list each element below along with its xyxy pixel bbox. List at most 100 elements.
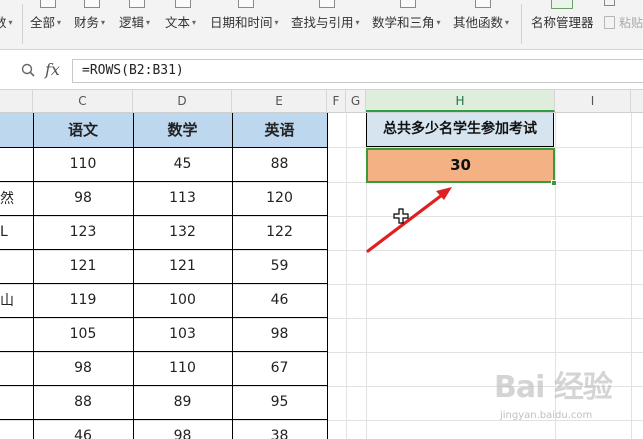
watermark-url: jingyan.baidu.com — [500, 410, 593, 421]
column-header-bar: C D E F G H I — [0, 90, 643, 113]
ribbon-item-other-functions[interactable]: 其他函数 ▾ — [453, 0, 513, 48]
table-cell[interactable]: 67 — [231, 350, 328, 386]
ribbon-item-text[interactable]: 文本 ▾ — [165, 0, 201, 48]
score-table: 语文 数学 英语 110 45 88 然 98 113 120 L 123 13… — [0, 113, 328, 439]
ribbon-item-financial[interactable]: 财务 ▾ — [74, 0, 110, 48]
column-header-i[interactable]: I — [555, 90, 631, 112]
name-manager-icon[interactable] — [551, 0, 573, 9]
table-cell[interactable]: 110 — [132, 350, 233, 386]
table-cell[interactable]: 98 — [231, 316, 328, 352]
ribbon-item-label: 逻辑 — [119, 15, 145, 30]
table-cell[interactable]: 120 — [231, 180, 328, 216]
chevron-down-icon: ▾ — [192, 18, 197, 27]
table-cell[interactable]: 45 — [132, 146, 233, 182]
name-cell[interactable] — [0, 146, 34, 182]
table-cell[interactable]: 46 — [231, 282, 328, 318]
column-header-d[interactable]: D — [133, 90, 232, 112]
chevron-down-icon: ▾ — [8, 18, 13, 27]
formula-input[interactable]: =ROWS(B2:B31) — [72, 59, 643, 83]
zoom-icon[interactable] — [21, 63, 35, 77]
name-cell[interactable]: 然 — [0, 180, 34, 216]
table-cell[interactable]: 89 — [132, 384, 233, 420]
table-cell[interactable]: 59 — [231, 248, 328, 284]
table-cell[interactable]: 122 — [231, 214, 328, 250]
table-cell[interactable]: 98 — [32, 350, 134, 386]
ribbon-toolbar: 数 ▾ 全部 ▾ 财务 ▾ 逻辑 ▾ 文本 ▾ 日期和时间 ▾ 查找与引用 ▾ 数学和三角 ▾ … — [0, 0, 643, 50]
function-category-icon — [238, 0, 254, 8]
table-cell[interactable]: 88 — [231, 146, 328, 182]
table-cell[interactable]: 105 — [32, 316, 134, 352]
table-cell[interactable]: 121 — [132, 248, 233, 284]
column-header-h[interactable]: H — [366, 90, 555, 112]
ribbon-item-date-time[interactable]: 日期和时间 ▾ — [210, 0, 282, 48]
table-row: 然 98 113 120 — [0, 180, 328, 216]
function-category-icon — [175, 0, 191, 8]
table-row: 98 110 67 — [0, 350, 328, 386]
ribbon-separator — [22, 4, 23, 44]
table-cell[interactable]: 98 — [132, 418, 233, 439]
table-row: 105 103 98 — [0, 316, 328, 352]
column-header-f[interactable]: F — [327, 90, 346, 112]
name-cell[interactable] — [0, 384, 34, 420]
fill-handle[interactable] — [551, 180, 557, 186]
table-cell[interactable]: 132 — [132, 214, 233, 250]
header-chinese[interactable]: 语文 — [32, 113, 134, 148]
ribbon-item-label: 其他函数 — [453, 15, 504, 30]
function-category-icon — [129, 0, 145, 8]
table-cell[interactable]: 95 — [231, 384, 328, 420]
chevron-down-icon: ▾ — [146, 18, 151, 27]
name-cell[interactable]: 山 — [0, 282, 34, 318]
table-cell[interactable]: 46 — [32, 418, 134, 439]
define-name-icon[interactable] — [604, 0, 615, 6]
ribbon-item-logical[interactable]: 逻辑 ▾ — [119, 0, 155, 48]
name-cell[interactable] — [0, 248, 34, 284]
header-math[interactable]: 数学 — [132, 113, 233, 148]
column-header-b[interactable] — [0, 90, 33, 112]
ribbon-separator — [521, 4, 522, 44]
header-english[interactable]: 英语 — [231, 113, 328, 148]
column-header-c[interactable]: C — [33, 90, 133, 112]
ribbon-item-math-trig[interactable]: 数学和三角 ▾ — [372, 0, 444, 48]
table-cell[interactable]: 103 — [132, 316, 233, 352]
fx-icon[interactable]: fx — [45, 60, 60, 80]
ribbon-item-label: 数 — [0, 15, 7, 30]
paste-button[interactable]: 粘贴 — [619, 15, 643, 31]
chevron-down-icon: ▾ — [274, 18, 279, 27]
name-cell[interactable] — [0, 316, 34, 352]
ribbon-item-label: 查找与引用 — [291, 15, 354, 30]
table-cell[interactable]: 113 — [132, 180, 233, 216]
table-cell[interactable]: 98 — [32, 180, 134, 216]
table-cell[interactable]: 123 — [32, 214, 134, 250]
ribbon-item-label: 日期和时间 — [210, 15, 273, 30]
name-cell[interactable]: L — [0, 214, 34, 250]
baidu-watermark: Bai 经验 jingyan.baidu.com — [494, 370, 634, 430]
ribbon-item-label: 财务 — [74, 15, 100, 30]
table-cell[interactable]: 119 — [32, 282, 134, 318]
ribbon-item-label: 全部 — [30, 15, 56, 30]
result-header-cell[interactable]: 总共多少名学生参加考试 — [366, 113, 554, 147]
gridline — [346, 113, 347, 439]
column-header-e[interactable]: E — [232, 90, 327, 112]
table-cell[interactable]: 121 — [32, 248, 134, 284]
function-category-icon — [400, 0, 416, 8]
column-header-g[interactable]: G — [346, 90, 366, 112]
table-row: 88 89 95 — [0, 384, 328, 420]
table-cell[interactable] — [0, 113, 34, 148]
paste-icon — [604, 16, 615, 29]
name-manager-button[interactable]: 名称管理器 — [531, 15, 594, 31]
name-cell[interactable] — [0, 418, 34, 439]
ribbon-item-label: 数学和三角 — [372, 15, 435, 30]
chevron-down-icon: ▾ — [436, 18, 441, 27]
cell-cursor-icon — [393, 208, 409, 224]
ribbon-item-lookup-reference[interactable]: 查找与引用 ▾ — [291, 0, 363, 48]
table-cell[interactable]: 88 — [32, 384, 134, 420]
name-cell[interactable] — [0, 350, 34, 386]
table-cell[interactable]: 38 — [231, 418, 328, 439]
ribbon-item-all-functions[interactable]: 全部 ▾ — [30, 0, 66, 48]
chevron-down-icon: ▾ — [101, 18, 106, 27]
table-cell[interactable]: 100 — [132, 282, 233, 318]
chevron-down-icon: ▾ — [505, 18, 510, 27]
table-cell[interactable]: 110 — [32, 146, 134, 182]
ribbon-item-number[interactable]: 数 ▾ — [0, 0, 22, 48]
table-row: 110 45 88 — [0, 146, 328, 182]
